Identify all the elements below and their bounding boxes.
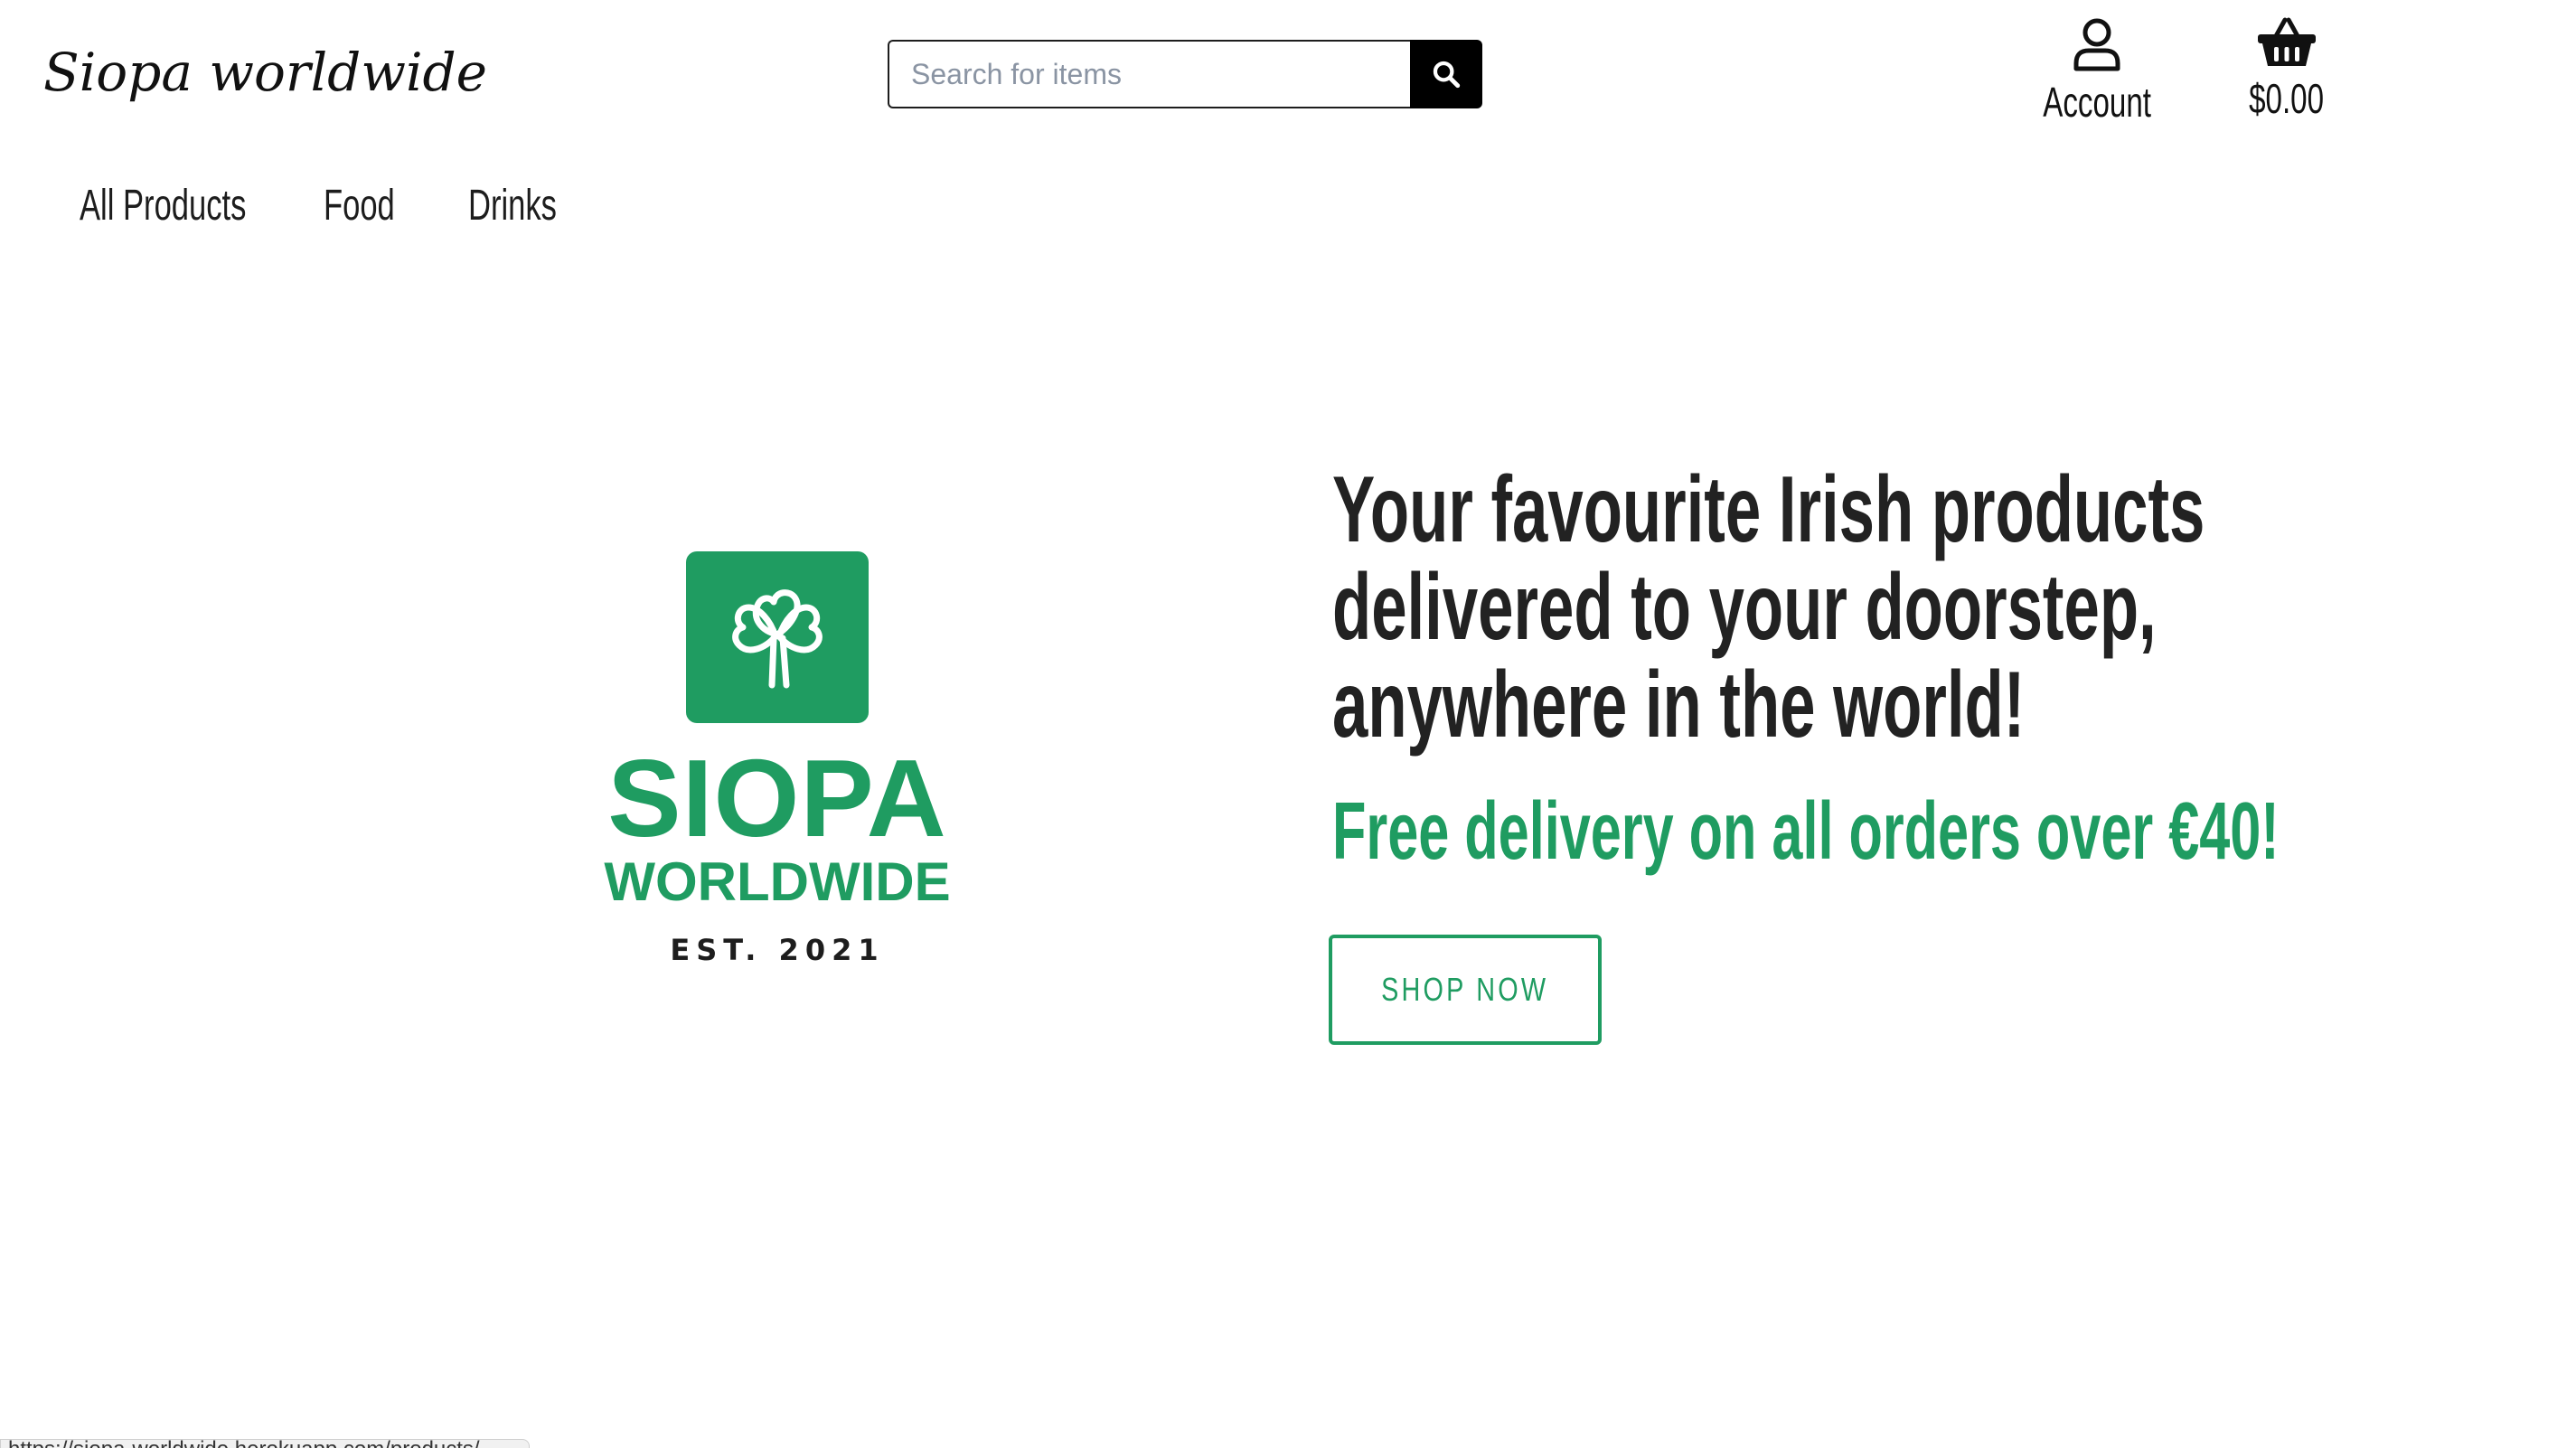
nav-item-food[interactable]: Food — [324, 174, 468, 237]
logo-established: EST. 2021 — [670, 933, 885, 967]
nav-item-label: Drinks — [468, 181, 557, 230]
page: Siopa worldwide Account $0.00 — [0, 0, 2576, 1448]
hero-heading-line-1: Your favourite Irish products — [1332, 457, 2205, 562]
hero-heading-line-2: delivered to your doorstep, — [1332, 555, 2157, 660]
account-label: Account — [2043, 79, 2151, 126]
brand-name: Siopa worldwide — [43, 42, 487, 103]
logo-badge — [686, 551, 869, 723]
nav-item-drinks[interactable]: Drinks — [468, 174, 586, 237]
hero-heading: Your favourite Irish products delivered … — [1332, 461, 2327, 754]
main-nav: All Products Food Drinks — [80, 174, 586, 237]
hero-heading-line-3: anywhere in the world! — [1332, 653, 2026, 757]
cart-total: $0.00 — [2249, 75, 2325, 122]
nav-item-label: All Products — [80, 181, 247, 230]
nav-item-all-products[interactable]: All Products — [80, 174, 324, 237]
search-button[interactable] — [1410, 40, 1482, 108]
brand-logo-link[interactable]: Siopa worldwide — [43, 36, 487, 108]
status-bar-url: https://siopa-worldwide.herokuapp.com/pr… — [0, 1439, 530, 1448]
shop-now-label: SHOP NOW — [1381, 971, 1549, 1008]
shamrock-icon — [732, 589, 823, 689]
search-input[interactable] — [888, 40, 1410, 108]
free-delivery-text: Free delivery on all orders over €40! — [1332, 785, 2280, 877]
user-icon — [2073, 18, 2120, 71]
nav-item-label: Food — [324, 181, 395, 230]
logo-title: SIOPA — [607, 737, 947, 860]
search-form — [888, 40, 1482, 108]
hero-subheading: Free delivery on all orders over €40! — [1332, 786, 2576, 877]
shop-now-button[interactable]: SHOP NOW — [1329, 935, 1602, 1045]
hero-logo: SIOPA WORLDWIDE EST. 2021 — [604, 551, 951, 967]
basket-icon — [2258, 17, 2316, 66]
logo-subtitle: WORLDWIDE — [604, 851, 951, 912]
search-icon — [1433, 61, 1461, 89]
account-link[interactable]: Account — [2016, 16, 2178, 127]
cart-link[interactable]: $0.00 — [2205, 16, 2368, 123]
